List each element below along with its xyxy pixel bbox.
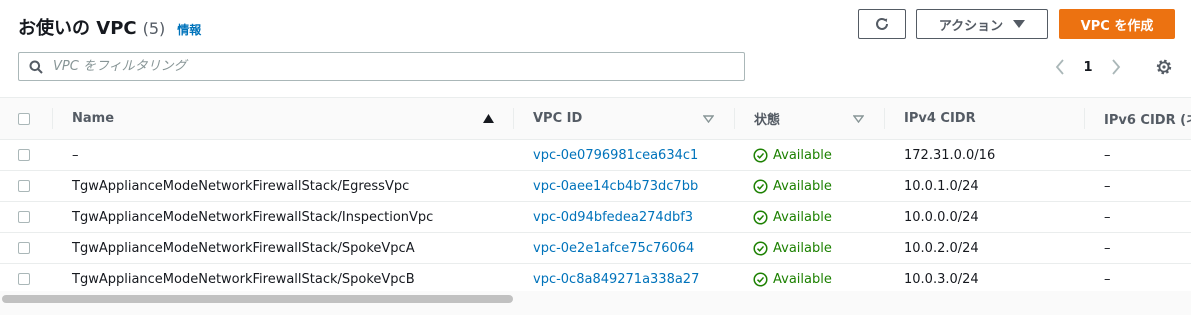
column-header-name[interactable]: Name <box>72 98 114 139</box>
ipv4-cidr: 10.0.1.0/24 <box>904 178 979 194</box>
status-text: Available <box>773 240 832 256</box>
pagination: 1 <box>1050 57 1126 77</box>
check-circle-icon <box>753 271 768 287</box>
actions-label: アクション <box>938 18 1004 34</box>
column-header-ipv4-cidr[interactable]: IPv4 CIDR <box>904 98 976 139</box>
create-vpc-label: VPC を作成 <box>1080 18 1154 34</box>
column-header-state[interactable]: 状態 <box>754 98 780 139</box>
refresh-button[interactable] <box>858 9 906 39</box>
check-circle-icon <box>753 178 768 194</box>
ipv6-cidr: – <box>1104 147 1111 163</box>
vpc-name: TgwApplianceModeNetworkFirewallStack/Spo… <box>72 271 415 287</box>
info-link[interactable]: 情報 <box>177 21 201 38</box>
status-cell: Available <box>753 264 832 294</box>
status-text: Available <box>773 178 832 194</box>
row-checkbox-cell <box>18 202 30 232</box>
column-header-ipv6-cidr[interactable]: IPv6 CIDR (ネ <box>1104 98 1191 139</box>
row-checkbox[interactable] <box>18 273 30 285</box>
check-circle-icon <box>753 147 768 163</box>
column-divider <box>52 108 53 129</box>
table-row[interactable]: TgwApplianceModeNetworkFirewallStack/Spo… <box>0 233 1191 264</box>
current-page-number[interactable]: 1 <box>1070 60 1106 75</box>
column-header-vpc-id[interactable]: VPC ID <box>533 98 582 139</box>
vpc-table: Name VPC ID 状態 IPv4 CIDR IPv6 CIDR (ネ – … <box>0 97 1191 295</box>
status-text: Available <box>773 147 832 163</box>
sort-neutral-icon[interactable] <box>703 98 714 139</box>
status-cell: Available <box>753 233 832 263</box>
status-text: Available <box>773 271 832 287</box>
vpc-id-link[interactable]: vpc-0c8a849271a338a27 <box>533 264 699 294</box>
caret-down-icon <box>1013 20 1026 28</box>
table-row[interactable]: TgwApplianceModeNetworkFirewallStack/Egr… <box>0 171 1191 202</box>
actions-dropdown-button[interactable]: アクション <box>916 9 1048 39</box>
filter-search-box[interactable] <box>18 52 745 81</box>
check-circle-icon <box>753 240 768 256</box>
column-divider <box>734 108 735 129</box>
ipv6-cidr: – <box>1104 271 1111 287</box>
status-cell: Available <box>753 202 832 232</box>
row-checkbox[interactable] <box>18 211 30 223</box>
ipv6-cidr: – <box>1104 178 1111 194</box>
row-checkbox[interactable] <box>18 149 30 161</box>
status-cell: Available <box>753 140 832 170</box>
select-all-checkbox-cell <box>18 98 30 139</box>
column-divider <box>884 108 885 129</box>
table-header-row: Name VPC ID 状態 IPv4 CIDR IPv6 CIDR (ネ <box>0 98 1191 140</box>
vpc-id-link[interactable]: vpc-0aee14cb4b73dc7bb <box>533 171 698 201</box>
create-vpc-button[interactable]: VPC を作成 <box>1059 9 1175 39</box>
vpc-id-link[interactable]: vpc-0e2e1afce75c76064 <box>533 233 694 263</box>
ipv6-cidr: – <box>1104 209 1111 225</box>
scrollbar-thumb[interactable] <box>2 295 513 303</box>
preferences-gear-icon[interactable] <box>1154 57 1174 77</box>
vpc-id-link[interactable]: vpc-0d94bfedea274dbf3 <box>533 202 693 232</box>
search-icon <box>29 60 43 74</box>
column-divider <box>513 108 514 129</box>
ipv4-cidr: 172.31.0.0/16 <box>904 147 996 163</box>
table-row[interactable]: TgwApplianceModeNetworkFirewallStack/Ins… <box>0 202 1191 233</box>
row-checkbox[interactable] <box>18 242 30 254</box>
row-checkbox[interactable] <box>18 180 30 192</box>
vpc-count: (5) <box>142 19 166 38</box>
status-cell: Available <box>753 171 832 201</box>
vpc-name: TgwApplianceModeNetworkFirewallStack/Egr… <box>72 178 410 194</box>
row-checkbox-cell <box>18 171 30 201</box>
horizontal-scrollbar[interactable] <box>0 291 1191 315</box>
page-header: お使いの VPC (5) 情報 <box>18 14 201 40</box>
refresh-icon <box>876 17 888 30</box>
vpc-name: TgwApplianceModeNetworkFirewallStack/Spo… <box>72 240 415 256</box>
table-row[interactable]: – vpc-0e0796981cea634c1 Available 172.31… <box>0 140 1191 171</box>
ipv4-cidr: 10.0.2.0/24 <box>904 240 979 256</box>
status-text: Available <box>773 209 832 225</box>
row-checkbox-cell <box>18 264 30 294</box>
check-circle-icon <box>753 209 768 225</box>
previous-page-icon[interactable] <box>1050 57 1070 77</box>
vpc-name: TgwApplianceModeNetworkFirewallStack/Ins… <box>72 209 434 225</box>
select-all-checkbox[interactable] <box>18 112 30 125</box>
vpc-id-link[interactable]: vpc-0e0796981cea634c1 <box>533 140 698 170</box>
ipv6-cidr: – <box>1104 240 1111 256</box>
row-checkbox-cell <box>18 233 30 263</box>
vpc-name: – <box>72 147 79 163</box>
sort-neutral-icon[interactable] <box>853 98 864 139</box>
ipv4-cidr: 10.0.0.0/24 <box>904 209 979 225</box>
sort-ascending-icon[interactable] <box>483 98 494 139</box>
ipv4-cidr: 10.0.3.0/24 <box>904 271 979 287</box>
next-page-icon[interactable] <box>1106 57 1126 77</box>
row-checkbox-cell <box>18 140 30 170</box>
page-title: お使いの VPC <box>18 18 137 39</box>
filter-search-input[interactable] <box>51 58 735 75</box>
column-divider <box>1084 108 1085 129</box>
